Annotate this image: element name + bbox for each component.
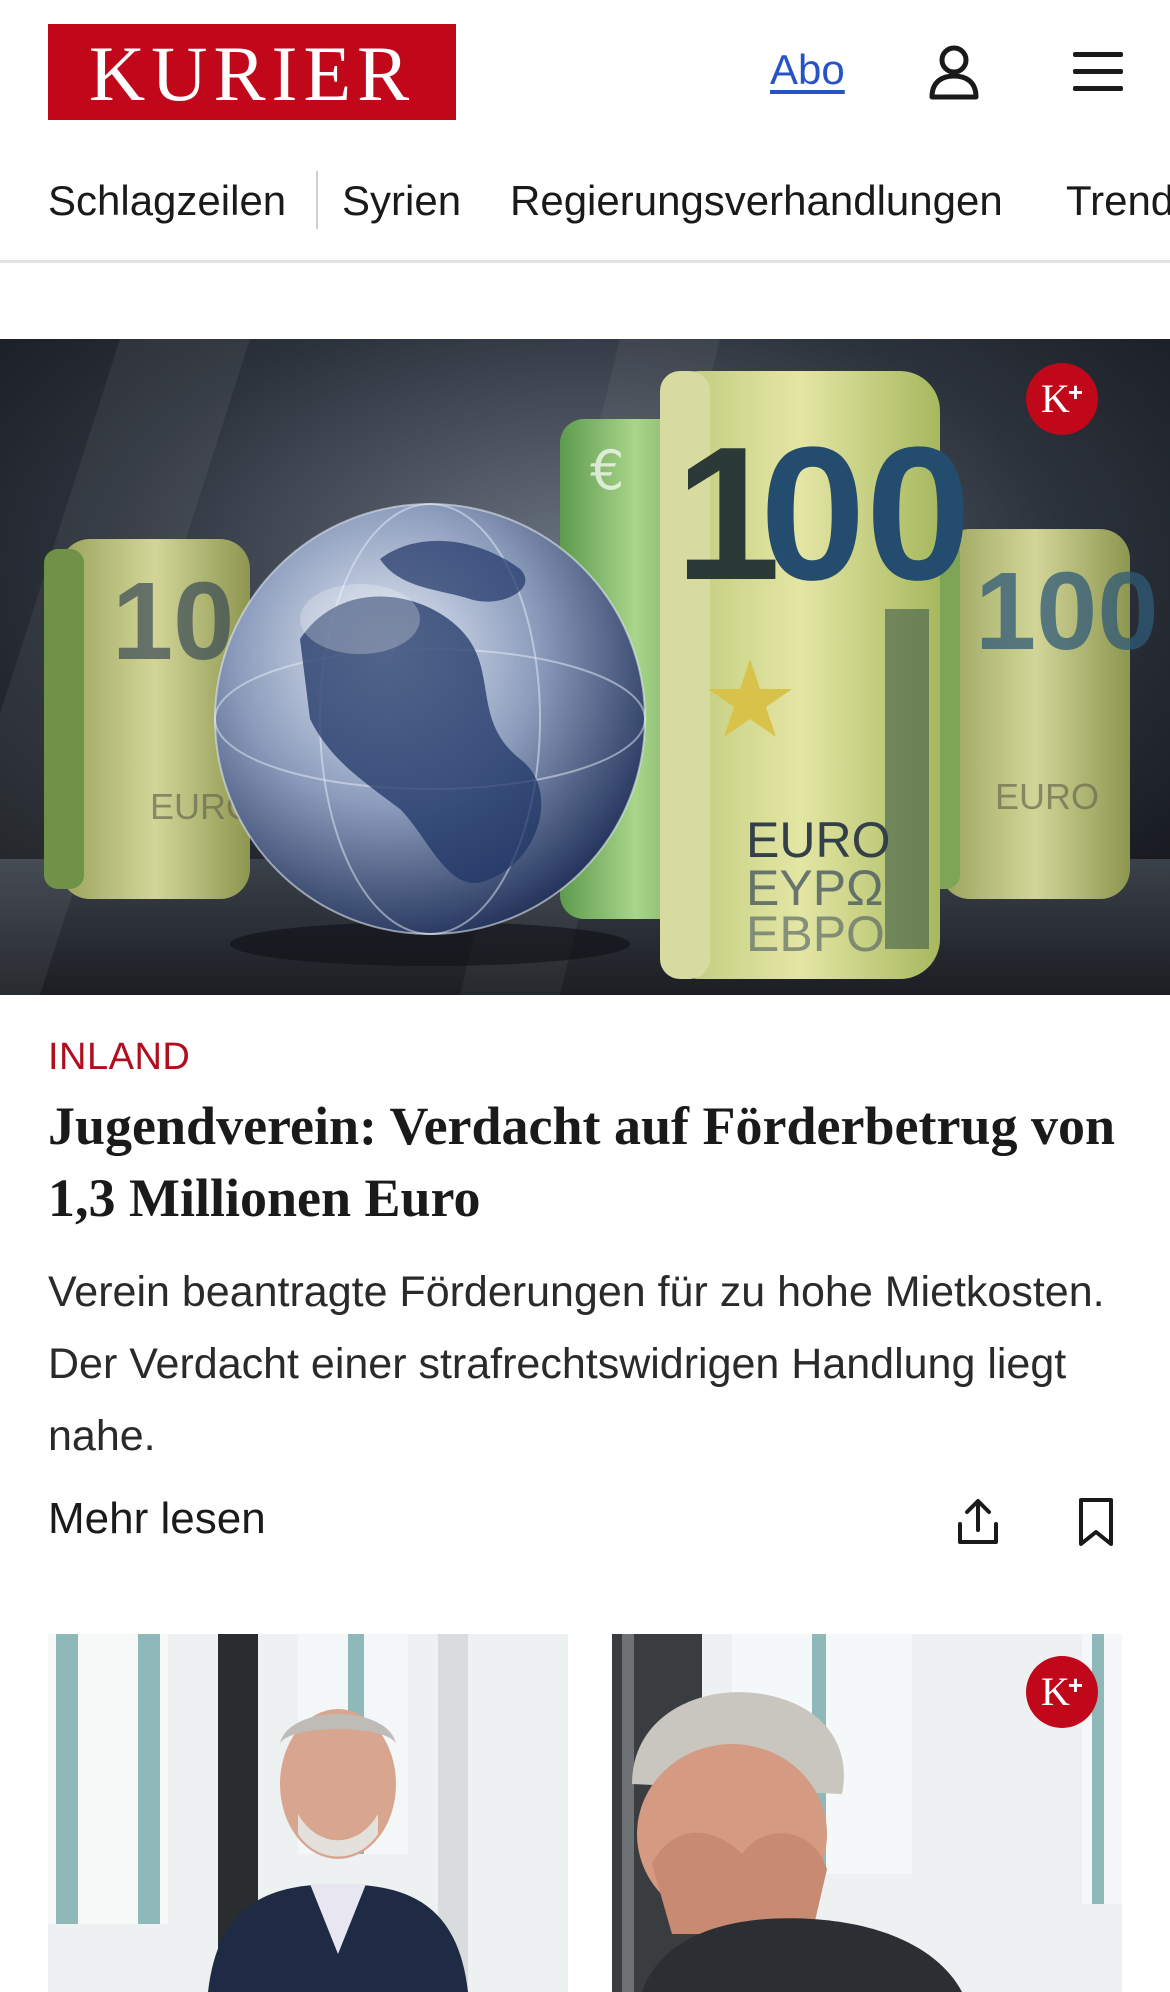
nav-item-trends[interactable]: Trends xyxy=(1066,177,1170,225)
nav-item-syrien[interactable]: Syrien xyxy=(342,177,461,225)
card-image-portrait[interactable] xyxy=(48,1634,568,1992)
article-headline[interactable]: Jugendverein: Verdacht auf Förderbetrug … xyxy=(48,1090,1128,1234)
card-image-man-covering-face[interactable]: K + xyxy=(612,1634,1122,1992)
svg-text:100: 100 xyxy=(975,550,1159,673)
svg-text:EBPO: EBPO xyxy=(746,906,885,962)
svg-text:EURO: EURO xyxy=(995,776,1099,817)
hamburger-menu-icon[interactable] xyxy=(1066,40,1130,104)
nav-item-regierungsverhandlungen[interactable]: Regierungsverhandlungen xyxy=(510,177,1003,225)
kurier-logo[interactable]: KURIER xyxy=(48,24,456,120)
topic-nav: Schlagzeilen Syrien Regierungsverhandlun… xyxy=(0,165,1170,263)
user-icon[interactable] xyxy=(922,40,986,104)
share-icon[interactable] xyxy=(946,1490,1010,1554)
abo-link[interactable]: Abo xyxy=(770,46,845,94)
nav-divider xyxy=(316,171,318,229)
kplus-badge: K + xyxy=(1026,1656,1098,1728)
page: KURIER Abo Schlagzeilen Syrien Regierung… xyxy=(0,0,1170,1992)
hero-image[interactable]: 10 EURO 100 EURO € 1 00 EURO EYPΩ EBPO K… xyxy=(0,339,1170,995)
svg-text:€: € xyxy=(590,439,624,502)
svg-text:00: 00 xyxy=(760,408,971,620)
svg-text:10: 10 xyxy=(112,560,234,683)
kplus-badge: K + xyxy=(1026,363,1098,435)
bookmark-icon[interactable] xyxy=(1064,1490,1128,1554)
header: KURIER Abo xyxy=(0,0,1170,150)
read-more-link[interactable]: Mehr lesen xyxy=(48,1494,266,1544)
nav-item-schlagzeilen[interactable]: Schlagzeilen xyxy=(48,177,286,225)
article-teaser: Verein beantragte Förderungen für zu hoh… xyxy=(48,1268,1105,1460)
section-label[interactable]: INLAND xyxy=(48,1036,190,1079)
